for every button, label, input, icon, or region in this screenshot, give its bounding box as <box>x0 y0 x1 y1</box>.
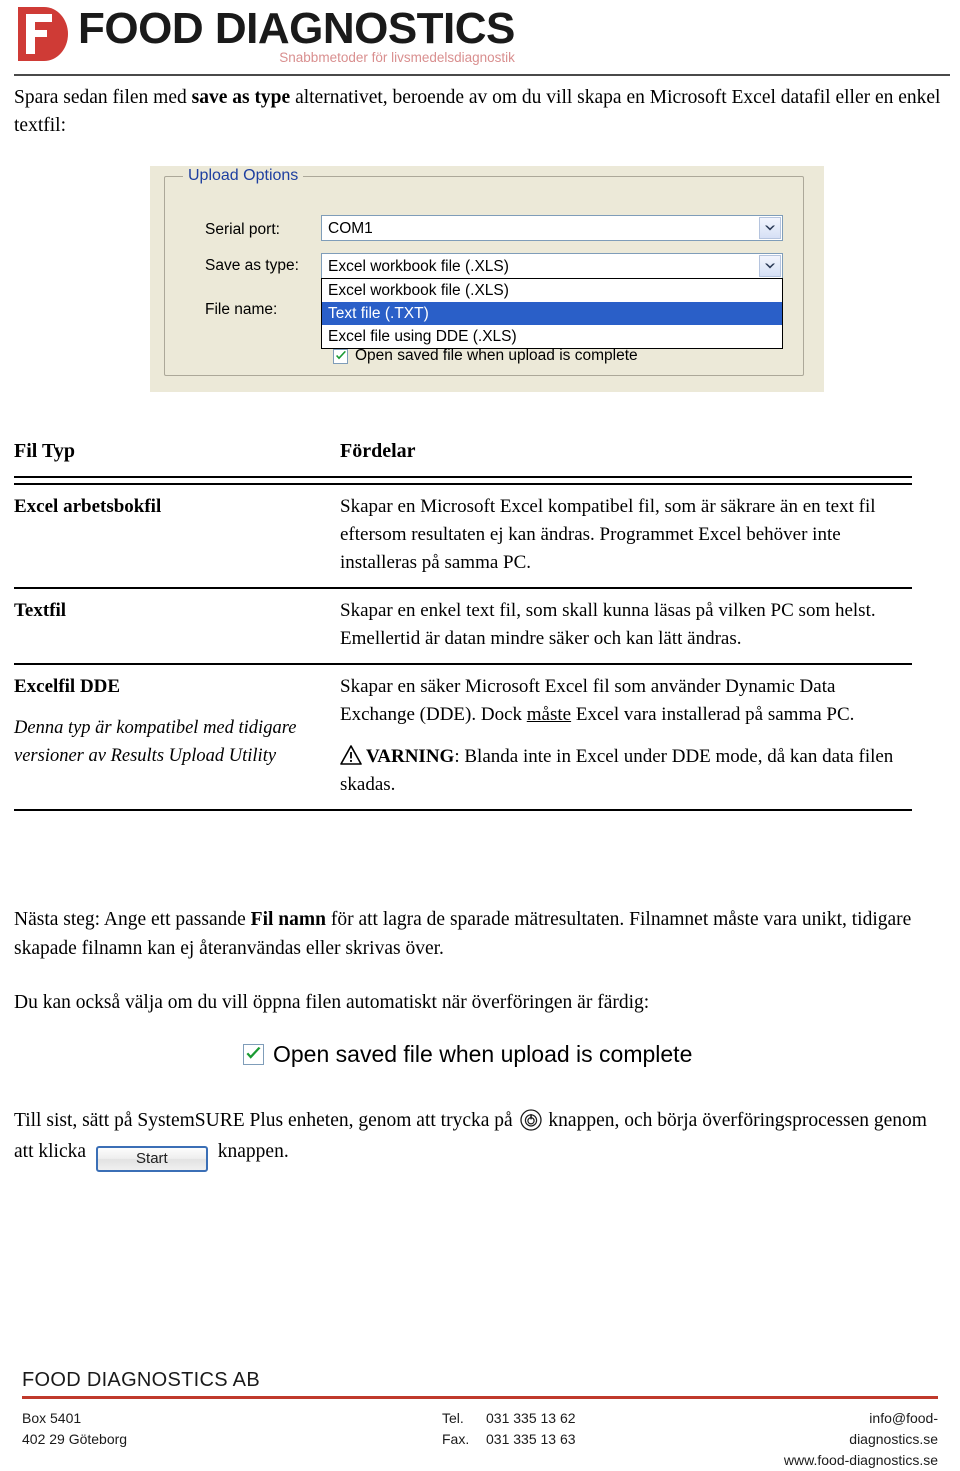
open-saved-file-checkbox-label: Open saved file when upload is complete <box>355 347 638 364</box>
upload-options-dialog-screenshot: Upload Options Serial port: COM1 Save as… <box>150 166 824 392</box>
checkbox-screenshot-label: Open saved file when upload is complete <box>273 1041 693 1067</box>
table-header-row: Fil Typ Fördelar <box>14 430 912 474</box>
row-desc-cell: Skapar en enkel text fil, som skall kunn… <box>340 589 912 663</box>
footer-email[interactable]: info@food-diagnostics.se <box>782 1408 938 1450</box>
brand-logo: FOOD DIAGNOSTICS Snabbmetoder för livsme… <box>14 4 515 66</box>
file-type-name: Excelfil DDE <box>14 676 121 697</box>
file-type-description: Skapar en säker Microsoft Excel fil som … <box>340 673 912 729</box>
file-type-description: Skapar en Microsoft Excel kompatibel fil… <box>340 496 876 573</box>
dropdown-option-xls[interactable]: Excel workbook file (.XLS) <box>322 279 782 302</box>
row-type-cell: Excelfil DDE Denna typ är kompatibel med… <box>14 665 340 780</box>
file-type-subtitle: Denna typ är kompatibel med tidigare ver… <box>14 718 297 766</box>
row-desc-cell: Skapar en säker Microsoft Excel fil som … <box>340 665 912 809</box>
final-post-text: knappen. <box>212 1141 289 1162</box>
brand-wordmark: FOOD DIAGNOSTICS <box>78 4 515 53</box>
file-type-name: Textfil <box>14 600 67 621</box>
chevron-down-icon[interactable] <box>759 217 781 239</box>
footer-address-line2: 402 29 Göteborg <box>22 1431 128 1447</box>
save-as-type-select[interactable]: Excel workbook file (.XLS) <box>321 253 783 279</box>
footer-fax-value: 031 335 13 63 <box>486 1431 576 1447</box>
table-row: Excel arbetsbokfil Skapar en Microsoft E… <box>14 485 912 587</box>
footer-address: Box 5401 402 29 Göteborg <box>22 1408 442 1471</box>
footer-phone: Tel. 031 335 13 62 Fax. 031 335 13 63 <box>442 1408 782 1471</box>
dropdown-option-txt[interactable]: Text file (.TXT) <box>322 302 782 325</box>
next-step-paragraph: Nästa steg: Ange ett passande Fil namn f… <box>14 905 942 963</box>
page-header: FOOD DIAGNOSTICS Snabbmetoder för livsme… <box>0 0 960 78</box>
save-as-type-label: Save as type: <box>205 257 299 274</box>
warning-label: VARNING <box>366 746 455 767</box>
warning-triangle-icon <box>340 745 362 765</box>
row-type-cell: Excel arbetsbokfil <box>14 485 340 530</box>
intro-paragraph: Spara sedan filen med save as type alter… <box>14 84 942 140</box>
footer-columns: Box 5401 402 29 Göteborg Tel. 031 335 13… <box>22 1408 938 1471</box>
header-divider <box>14 74 950 76</box>
serial-port-value: COM1 <box>328 220 373 237</box>
serial-port-label: Serial port: <box>205 221 280 238</box>
warning-note: VARNING: Blanda inte in Excel under DDE … <box>340 743 912 799</box>
open-saved-file-checkbox-screenshot: Open saved file when upload is complete <box>243 1041 692 1067</box>
save-as-type-dropdown-list[interactable]: Excel workbook file (.XLS) Text file (.T… <box>321 278 783 349</box>
column-header-fil-typ: Fil Typ <box>14 440 75 462</box>
page-footer: FOOD DIAGNOSTICS AB Box 5401 402 29 Göte… <box>22 1368 938 1471</box>
serial-port-select[interactable]: COM1 <box>321 215 783 241</box>
intro-text-part1: Spara sedan filen med <box>14 87 192 108</box>
footer-divider <box>22 1396 938 1399</box>
open-automatically-paragraph: Du kan också välja om du vill öppna file… <box>14 992 650 1013</box>
upload-options-group: Upload Options Serial port: COM1 Save as… <box>164 166 804 376</box>
desc-underlined-word: måste <box>526 704 572 725</box>
power-button-icon <box>519 1109 542 1131</box>
next-step-bold-text: Fil namn <box>250 909 326 930</box>
intro-emphasis: save as type <box>191 87 291 108</box>
footer-fax-key: Fax. <box>442 1431 470 1447</box>
table-row: Excelfil DDE Denna typ är kompatibel med… <box>14 665 912 809</box>
footer-tel-value: 031 335 13 62 <box>486 1410 576 1426</box>
save-as-type-value: Excel workbook file (.XLS) <box>328 258 509 275</box>
checkbox-checked-icon[interactable] <box>243 1043 264 1065</box>
food-diagnostics-logo-icon <box>14 4 72 64</box>
column-header-fordelar: Fördelar <box>340 440 416 462</box>
file-type-table: Fil Typ Fördelar Excel arbetsbokfil Skap… <box>14 430 912 811</box>
next-step-pre-text: Nästa steg: Ange ett passande <box>14 909 251 930</box>
open-saved-file-checkbox-row[interactable]: Open saved file when upload is complete <box>333 347 638 365</box>
final-pre-text: Till sist, sätt på SystemSURE Plus enhet… <box>14 1110 518 1131</box>
desc-post-text: Excel vara installerad på samma PC. <box>571 704 855 725</box>
footer-tel-row: Tel. 031 335 13 62 <box>442 1408 782 1429</box>
table-header-divider <box>14 476 912 485</box>
footer-address-line1: Box 5401 <box>22 1410 82 1426</box>
chevron-down-icon[interactable] <box>759 255 781 277</box>
footer-contact: info@food-diagnostics.se www.food-diagno… <box>782 1408 938 1471</box>
file-type-description: Skapar en enkel text fil, som skall kunn… <box>340 600 876 649</box>
footer-tel-key: Tel. <box>442 1410 464 1426</box>
start-button[interactable]: Start <box>95 1146 208 1172</box>
dropdown-option-dde[interactable]: Excel file using DDE (.XLS) <box>322 325 782 348</box>
file-name-label: File name: <box>205 301 278 318</box>
table-row: Textfil Skapar en enkel text fil, som sk… <box>14 589 912 663</box>
file-type-name: Excel arbetsbokfil <box>14 496 162 517</box>
row-desc-cell: Skapar en Microsoft Excel kompatibel fil… <box>340 485 912 587</box>
row-type-cell: Textfil <box>14 589 340 634</box>
final-instruction-paragraph: Till sist, sätt på SystemSURE Plus enhet… <box>14 1105 942 1172</box>
footer-fax-row: Fax. 031 335 13 63 <box>442 1429 782 1450</box>
footer-website[interactable]: www.food-diagnostics.se <box>782 1450 938 1471</box>
upload-options-group-title: Upload Options <box>183 166 304 186</box>
checkbox-checked-icon[interactable] <box>333 348 348 364</box>
footer-company-name: FOOD DIAGNOSTICS AB <box>22 1369 260 1391</box>
table-row-divider <box>14 809 912 811</box>
